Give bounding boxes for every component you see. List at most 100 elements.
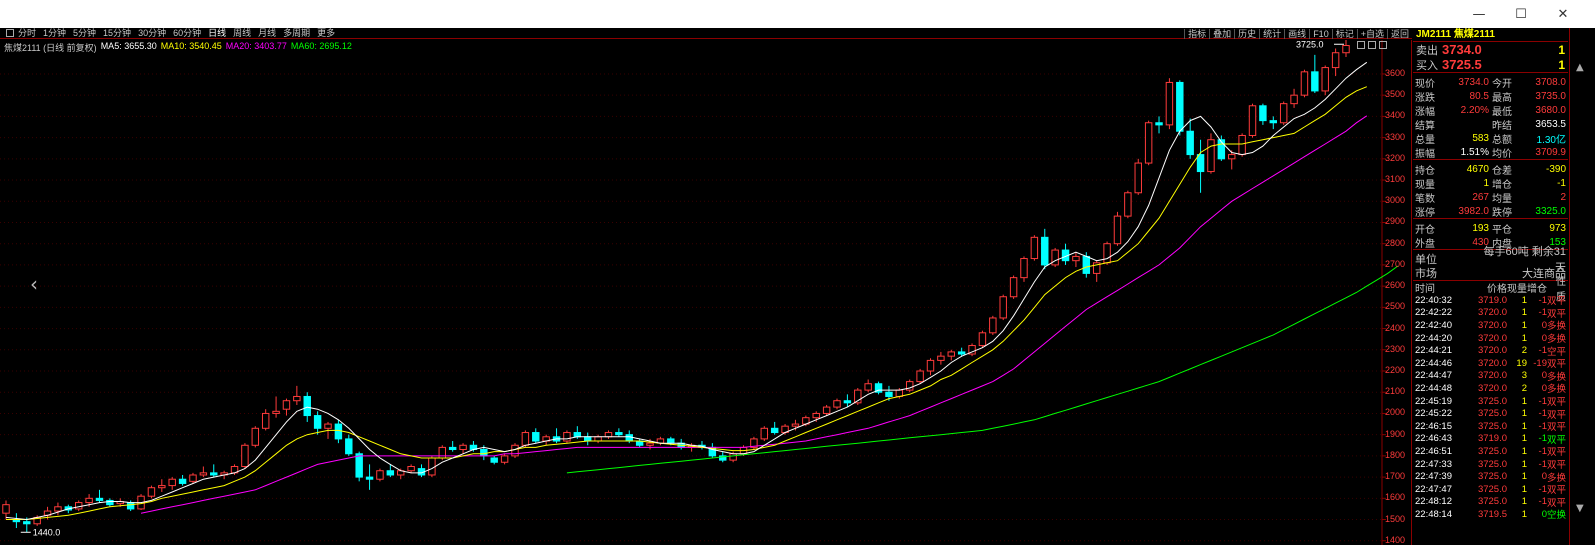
tick-table[interactable]: 22:40:32 3719.0 1 -1 双平 22:42:22 3720.0 1 -1 双平 22… (1413, 294, 1568, 522)
candle (1144, 120, 1153, 166)
position-grid: 持仓 4670 仓差 -390 现量 1 增仓 -1 笔数 267 均量 2 涨停 3982.0 跌停 332… (1413, 160, 1568, 219)
minimize-chart-icon[interactable] (1368, 41, 1376, 49)
candle (1020, 256, 1028, 282)
tick-cell: 3725.0 (1477, 496, 1507, 508)
tick-cell: 1 (1521, 483, 1527, 495)
tool-button[interactable]: 画线 (1284, 28, 1309, 39)
bid-price: 3725.5 (1442, 57, 1482, 72)
tool-button[interactable]: F10 (1309, 28, 1332, 39)
quote-value: 3734.0 (1458, 76, 1489, 88)
quote-label: 涨停 (1415, 207, 1435, 219)
candle (1186, 118, 1194, 159)
tick-cell: -1 (1538, 496, 1547, 508)
quote-value: 3982.0 (1458, 205, 1489, 217)
period-tab[interactable]: 5分钟 (73, 28, 96, 38)
candle (615, 428, 623, 437)
tick-cell: 0 (1541, 370, 1547, 382)
tick-cell: 22:44:47 (1415, 370, 1452, 382)
candlestick-svg: 3725.0 1440.0 (0, 40, 1399, 545)
quote-label: 仓差 (1492, 165, 1512, 177)
period-tab[interactable]: 30分钟 (138, 28, 166, 38)
tick-cell: 1 (1521, 332, 1527, 344)
candle (708, 443, 717, 459)
chart-tools: 指标 叠加 历史 统计 画线 F10 标记 +自选 返回 (1184, 28, 1412, 39)
layout-toggle-icon[interactable] (6, 29, 14, 37)
candle (542, 434, 550, 446)
quote-label: 现价 (1415, 78, 1435, 90)
restore-chart-icon[interactable] (1379, 41, 1387, 49)
tick-row: 22:45:19 3725.0 1 -1 双平 (1413, 395, 1568, 409)
close-button[interactable]: ✕ (1540, 0, 1586, 28)
period-tab[interactable]: 多周期 (283, 28, 310, 38)
period-tab[interactable]: 60分钟 (173, 28, 201, 38)
period-tab[interactable]: 更多 (317, 28, 335, 38)
quote-grid: 现价 3734.0 今开 3708.0 涨跌 80.5 最高 3735.0 涨幅 2.20% 最低 3… (1413, 73, 1568, 160)
quote-value: 193 (1472, 222, 1489, 234)
candle (376, 468, 384, 482)
tick-cell: 22:40:32 (1415, 294, 1452, 306)
candle (448, 441, 457, 452)
candle (1113, 211, 1122, 246)
candle (947, 349, 955, 361)
candle (1030, 235, 1039, 261)
tick-cell: 0 (1541, 471, 1547, 483)
tool-button[interactable]: 标记 (1331, 28, 1357, 39)
candle (563, 430, 571, 444)
y-tick-label: 3000 (1385, 195, 1406, 206)
candle (978, 330, 987, 348)
tick-cell: 1 (1521, 408, 1527, 420)
y-tick-label: 2800 (1385, 237, 1406, 248)
tool-button[interactable]: 历史 (1234, 28, 1259, 39)
tick-row: 22:40:32 3719.0 1 -1 双平 (1413, 294, 1568, 308)
y-tick-label: 1600 (1385, 492, 1406, 503)
scroll-up-icon[interactable]: ▲ (1576, 62, 1584, 73)
period-tab[interactable]: 分时 (18, 28, 36, 38)
quote-value: 3709.9 (1535, 146, 1566, 158)
kline-chart[interactable]: 3725.0 1440.0 焦煤2111 (日线 前复权) MA5: 3655.3… (0, 40, 1412, 545)
tick-cell: 1 (1521, 319, 1527, 331)
candle (1290, 88, 1298, 108)
maximize-button[interactable]: ☐ (1498, 0, 1544, 28)
tick-cell: 3725.0 (1477, 445, 1507, 457)
candle (677, 438, 685, 450)
chevron-left-icon[interactable]: ‹ (30, 272, 38, 296)
period-tab[interactable]: 1分钟 (43, 28, 66, 38)
y-tick-label: 2200 (1385, 365, 1406, 375)
quote-value: 267 (1472, 191, 1489, 203)
scroll-down-icon[interactable]: ▼ (1576, 503, 1584, 514)
tick-cell: -1 (1538, 420, 1547, 432)
tick-cell: 1 (1521, 471, 1527, 483)
side-tab-strip: ▲ ▼ (1569, 28, 1595, 545)
ask-price: 3734.0 (1442, 42, 1482, 57)
y-tick-label: 2700 (1385, 258, 1406, 269)
period-tab[interactable]: 月线 (258, 28, 276, 38)
tick-cell: 1 (1521, 307, 1527, 319)
candle (1342, 40, 1350, 57)
quote-label: 结算 (1415, 120, 1435, 132)
period-tab[interactable]: 日线 (208, 28, 226, 38)
tool-button[interactable]: 返回 (1386, 28, 1412, 39)
candle (199, 466, 208, 478)
minimize-icon: — (1472, 6, 1486, 22)
settings-icon[interactable] (1357, 41, 1365, 49)
candle (95, 489, 104, 503)
period-tab[interactable]: 15分钟 (103, 28, 131, 38)
tool-button[interactable]: 指标 (1184, 28, 1209, 39)
minimize-button[interactable]: — (1456, 0, 1502, 28)
period-toolbar: 分时 1分钟 5分钟 15分钟 30分钟 60分钟 日线 周线 月线 多周期 更多 指标 叠加 历史 统计… (0, 28, 1412, 39)
tick-cell: 22:44:48 (1415, 382, 1452, 394)
quote-label: 持仓 (1415, 165, 1435, 177)
tool-button[interactable]: 叠加 (1209, 28, 1234, 39)
y-tick-label: 1700 (1385, 471, 1406, 482)
tick-table-header: 时间 价格 现量 增仓 性质 (1413, 277, 1568, 303)
candle (500, 453, 509, 465)
tick-row: 22:44:46 3720.0 19 -19 双平 (1413, 357, 1568, 371)
tick-cell: 1 (1521, 458, 1527, 470)
tool-button[interactable]: +自选 (1356, 28, 1387, 39)
tool-button[interactable]: 统计 (1259, 28, 1284, 39)
tick-cell: 3719.0 (1477, 294, 1507, 306)
quote-label: 外盘 (1415, 238, 1435, 250)
quote-row: 现价 3734.0 今开 3708.0 (1413, 75, 1568, 90)
period-tab[interactable]: 周线 (233, 28, 251, 38)
candle (490, 455, 498, 465)
